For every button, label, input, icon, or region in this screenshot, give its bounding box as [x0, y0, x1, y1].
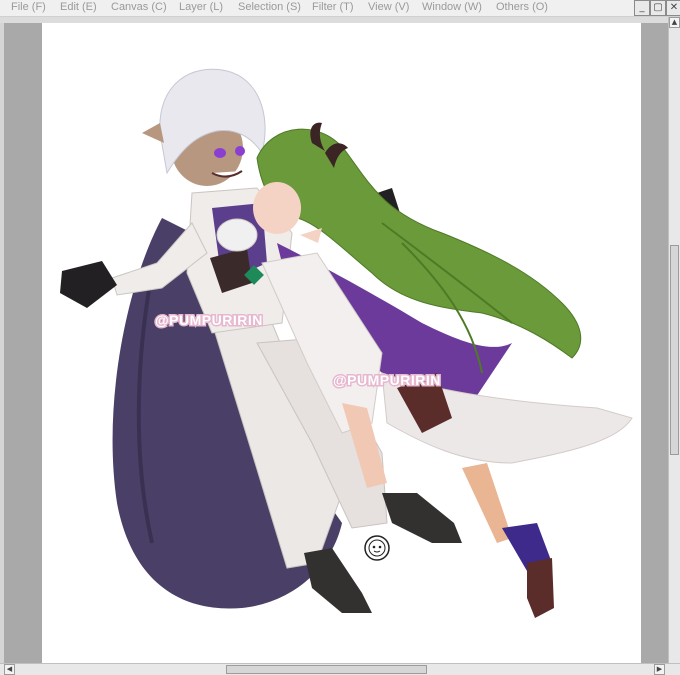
- artwork: @PUMPURIRIN @PUMPURIRIN: [60, 68, 633, 618]
- menu-edit[interactable]: Edit (E): [60, 1, 97, 13]
- drawing-canvas[interactable]: @PUMPURIRIN @PUMPURIRIN: [42, 23, 641, 663]
- menu-bar: File (F) Edit (E) Canvas (C) Layer (L) S…: [0, 0, 680, 17]
- vertical-scrollbar[interactable]: ▲: [668, 17, 680, 663]
- watermark-1: @PUMPURIRIN: [155, 312, 263, 328]
- artist-stamp-logo: [364, 535, 390, 561]
- girl-shoe: [527, 558, 554, 618]
- scroll-left-arrow-icon[interactable]: ◀: [4, 664, 15, 675]
- menu-others[interactable]: Others (O): [496, 1, 548, 13]
- vertical-scroll-thumb[interactable]: [670, 245, 679, 455]
- menu-layer[interactable]: Layer (L): [179, 1, 223, 13]
- minimize-button[interactable]: _: [634, 0, 650, 16]
- scroll-right-arrow-icon[interactable]: ▶: [654, 664, 665, 675]
- horizontal-scroll-thumb[interactable]: [226, 665, 427, 674]
- canvas-gutter-right: [641, 23, 668, 663]
- menu-filter[interactable]: Filter (T): [312, 1, 354, 13]
- boy-boot-right: [382, 493, 462, 543]
- girl-face: [253, 182, 301, 234]
- menu-canvas[interactable]: Canvas (C): [111, 1, 167, 13]
- menu-view[interactable]: View (V): [368, 1, 409, 13]
- scroll-up-arrow-icon[interactable]: ▲: [669, 17, 680, 28]
- boy-boot-left: [304, 548, 372, 613]
- menu-selection[interactable]: Selection (S): [238, 1, 301, 13]
- menu-file[interactable]: File (F): [11, 1, 46, 13]
- close-button[interactable]: ✕: [666, 0, 680, 16]
- horizontal-scrollbar[interactable]: ◀ ▶: [0, 663, 680, 675]
- canvas-gutter-left: [0, 23, 42, 663]
- boy-glove-left: [60, 261, 117, 308]
- menu-window[interactable]: Window (W): [422, 1, 482, 13]
- maximize-button[interactable]: ▢: [650, 0, 666, 16]
- watermark-2: @PUMPURIRIN: [333, 372, 441, 388]
